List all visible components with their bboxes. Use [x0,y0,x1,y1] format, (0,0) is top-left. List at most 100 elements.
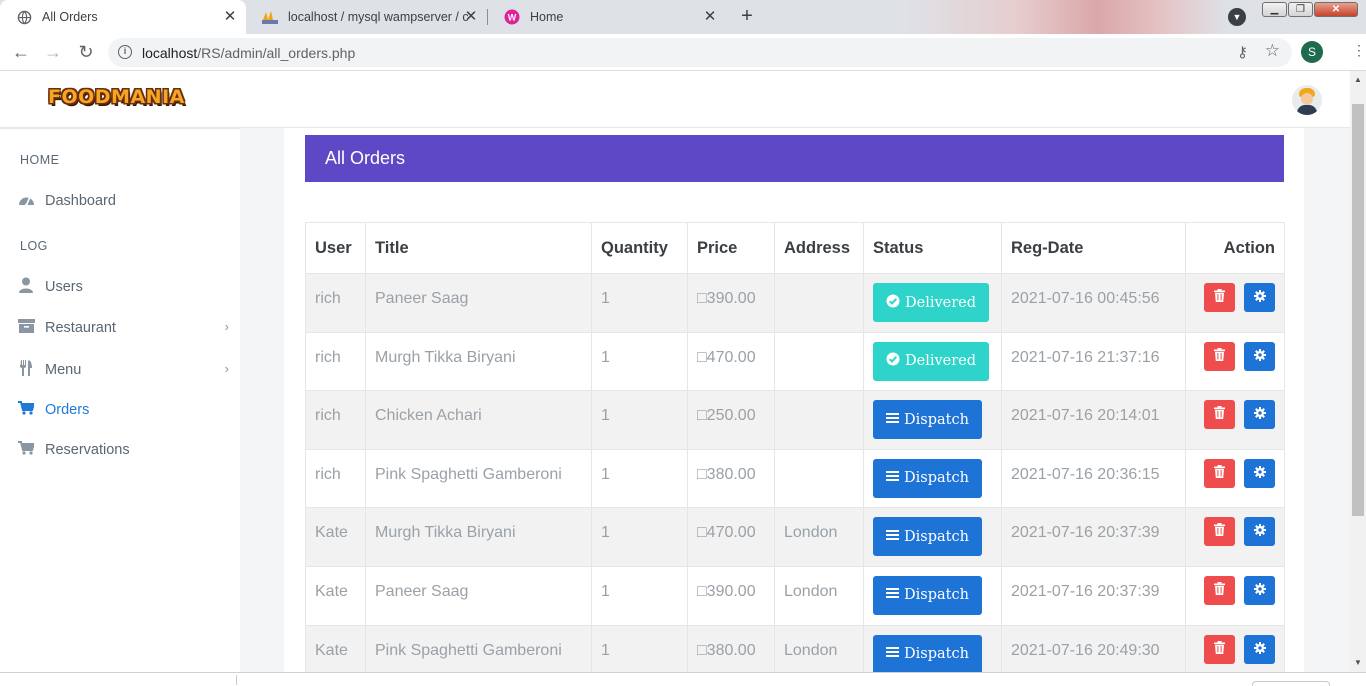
cell-status: Delivered [863,273,1002,333]
scroll-down-arrow-icon[interactable]: ▼ [1350,655,1366,671]
cell-title: Paneer Saag [365,273,592,333]
cell-price: □470.00 [687,507,775,567]
bookmark-star-icon[interactable]: ☆ [1265,41,1280,61]
cell-title: Murgh Tikka Biryani [365,331,592,392]
delete-order-button[interactable] [1204,341,1235,371]
delete-order-button[interactable] [1204,634,1235,664]
column-header-quantity[interactable]: Quantity [591,222,688,274]
scroll-up-arrow-icon[interactable]: ▲ [1350,72,1366,88]
cell-price: □470.00 [687,331,775,392]
user-avatar[interactable] [1292,85,1322,115]
cell-status: Dispatch [863,390,1002,450]
status-delivered-button[interactable]: Delivered [873,341,990,381]
gear-icon [1253,406,1266,422]
column-header-address[interactable]: Address [774,222,864,274]
cell-price: □390.00 [687,565,775,626]
browser-tab-all-orders[interactable]: All Orders ✕ [0,0,246,34]
minimize-window-icon[interactable]: ▁ [1262,2,1287,17]
sidebar-item-users[interactable]: Users [0,273,240,301]
address-bar[interactable]: i localhost/RS/admin/all_orders.php ⚷ ☆ [108,38,1292,67]
cell-action [1185,507,1285,567]
cell-quantity: 1 [591,390,688,450]
column-header-reg-date[interactable]: Reg-Date [1001,222,1186,274]
trash-icon [1214,640,1225,657]
cell-reg-date: 2021-07-16 00:45:56 [1001,273,1186,333]
cell-action [1185,448,1285,509]
cell-user: Kate [305,565,366,626]
trash-icon [1214,581,1225,598]
trash-icon [1214,406,1225,422]
close-tab-icon[interactable]: ✕ [702,9,718,25]
more-menu-icon[interactable]: ⋮ [1352,42,1366,59]
delete-order-button[interactable] [1204,400,1235,430]
page-scrollbar-thumb[interactable] [1352,104,1364,516]
browser-tab-phpmyadmin[interactable]: localhost / mysql wampserver / c ✕ [246,0,487,34]
delete-order-button[interactable] [1204,458,1235,488]
status-dispatch-button[interactable]: Dispatch [873,634,982,672]
cell-action [1185,390,1285,450]
cell-quantity: 1 [591,565,688,626]
browser-tab-home[interactable]: W Home ✕ [488,0,726,34]
close-tab-icon[interactable]: ✕ [222,9,238,25]
app-top-navbar: FOODMANIA [0,71,1350,128]
column-header-action: Action [1185,222,1285,274]
edit-order-button[interactable] [1244,634,1275,664]
status-dispatch-button[interactable]: Dispatch [873,458,982,498]
close-tab-icon[interactable]: ✕ [463,9,479,25]
table-row: rich Paneer Saag 1 □390.00 Delivered 2021-07-… [305,273,1285,333]
status-dispatch-button[interactable]: Dispatch [873,400,982,440]
status-label: Dispatch [904,646,969,663]
cell-reg-date: 2021-07-16 21:37:16 [1001,331,1186,392]
edit-order-button[interactable] [1244,283,1275,312]
column-header-user[interactable]: User [305,222,366,274]
close-window-icon[interactable]: ✕ [1314,2,1358,17]
cell-price: □380.00 [687,624,775,672]
new-tab-icon[interactable]: + [735,5,759,29]
status-dispatch-button[interactable]: Dispatch [873,517,982,557]
sidebar-item-menu[interactable]: Menu › [0,356,240,384]
sidebar-item-restaurant[interactable]: Restaurant › [0,314,240,342]
cell-status: Dispatch [863,624,1002,672]
tab-search-icon[interactable]: ▼ [1228,8,1246,26]
profile-avatar[interactable]: S [1301,41,1323,63]
sidebar-heading-home: HOME [20,153,60,167]
cell-address: London [774,507,864,567]
site-info-icon[interactable]: i [118,45,132,59]
column-header-status[interactable]: Status [863,222,1002,274]
wamp-icon: W [504,9,520,25]
key-icon[interactable]: ⚷ [1237,43,1248,61]
forward-icon[interactable]: → [41,40,65,64]
restore-window-icon[interactable]: ❐ [1288,2,1313,17]
cell-address [774,331,864,392]
cell-status: Delivered [863,331,1002,392]
sidebar-item-orders[interactable]: Orders [0,396,240,424]
delete-order-button[interactable] [1204,283,1235,312]
page-title: All Orders [305,135,1284,182]
sidebar-item-dashboard[interactable]: Dashboard [0,187,240,215]
edit-order-button[interactable] [1244,400,1275,430]
cell-action [1185,565,1285,626]
cell-action [1185,624,1285,672]
delete-order-button[interactable] [1204,575,1235,605]
foodmania-logo[interactable]: FOODMANIA [48,86,185,108]
edit-order-button[interactable] [1244,517,1275,547]
edit-order-button[interactable] [1244,341,1275,371]
column-header-price[interactable]: Price [687,222,775,274]
cell-reg-date: 2021-07-16 20:36:15 [1001,448,1186,509]
sidebar-item-reservations[interactable]: Reservations [0,436,240,464]
theme-decoration [906,0,1226,34]
status-dispatch-button[interactable]: Dispatch [873,575,982,615]
edit-order-button[interactable] [1244,575,1275,605]
column-header-title[interactable]: Title [365,222,592,274]
url-text[interactable]: localhost/RS/admin/all_orders.php [142,45,355,61]
reload-icon[interactable]: ↻ [74,40,98,64]
gear-icon [1253,289,1266,305]
back-icon[interactable]: ← [9,40,33,64]
delete-order-button[interactable] [1204,517,1235,547]
sidebar-heading-log: LOG [20,239,48,253]
status-delivered-button[interactable]: Delivered [873,283,990,322]
trash-icon [1214,347,1225,364]
tab-title: localhost / mysql wampserver / c [288,10,468,24]
sidebar: HOME Dashboard LOG Users Restaurant › Me… [0,128,240,672]
edit-order-button[interactable] [1244,458,1275,488]
